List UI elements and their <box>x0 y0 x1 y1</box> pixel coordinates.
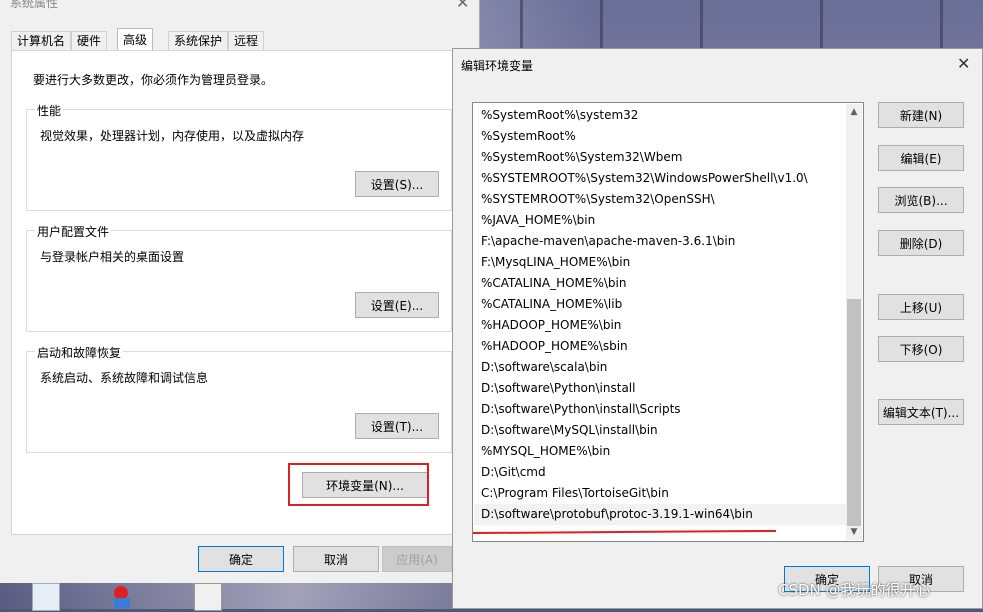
env-path-entry[interactable]: %MYSQL_HOME%\bin <box>474 441 846 462</box>
tab-computer-name[interactable]: 计算机名 <box>11 31 72 50</box>
apply-button[interactable]: 应用(A) <box>382 546 452 572</box>
close-icon[interactable]: ✕ <box>456 0 469 12</box>
edit-environment-variable-dialog: 编辑环境变量 ✕ D:\software\protobuf\protoc-3.1… <box>452 48 983 609</box>
group-description: 与登录帐户相关的桌面设置 <box>40 250 185 264</box>
env-path-entry[interactable]: %HADOOP_HOME%\bin <box>474 315 846 336</box>
env-path-entry[interactable]: D:\software\scala\bin <box>474 357 846 378</box>
tab-system-protection[interactable]: 系统保护 <box>168 31 229 50</box>
user-profiles-settings-button[interactable]: 设置(E)... <box>355 292 439 318</box>
move-down-button[interactable]: 下移(O) <box>878 336 964 362</box>
env-path-entry[interactable]: %CATALINA_HOME%\bin <box>474 273 846 294</box>
system-properties-dialog: 系统属性 ✕ 计算机名 硬件 高级 系统保护 远程 要进行大多数更改，你必须作为… <box>0 0 480 583</box>
delete-button[interactable]: 删除(D) <box>878 230 964 256</box>
document-app-icon[interactable] <box>32 583 60 611</box>
user-profiles-group: 用户配置文件 与登录帐户相关的桌面设置 设置(E)... <box>26 223 452 332</box>
group-title: 用户配置文件 <box>35 223 112 240</box>
env-path-entry[interactable]: %CATALINA_HOME%\lib <box>474 294 846 315</box>
scroll-thumb[interactable] <box>847 299 861 526</box>
env-path-entry[interactable]: %SystemRoot% <box>474 126 846 147</box>
dialog-title: 编辑环境变量 <box>461 59 534 73</box>
edit-button[interactable]: 编辑(E) <box>878 145 964 171</box>
env-path-entry[interactable]: %SystemRoot%\system32 <box>474 105 846 126</box>
csdn-watermark: CSDN @我玩的很开心 <box>778 581 931 599</box>
advanced-tab-panel: 要进行大多数更改，你必须作为管理员登录。 性能 视觉效果，处理器计划，内存使用，… <box>11 50 468 535</box>
new-button[interactable]: 新建(N) <box>878 102 964 128</box>
env-path-entry[interactable]: D:\software\protobuf\protoc-3.19.1-win64… <box>474 504 846 525</box>
notepad-app-icon[interactable] <box>194 583 222 611</box>
env-path-entry[interactable]: D:\Git\cmd <box>474 462 846 483</box>
tab-advanced[interactable]: 高级 <box>117 28 154 51</box>
ok-button[interactable]: 确定 <box>198 546 284 572</box>
environment-path-list[interactable]: D:\software\protobuf\protoc-3.19.1-win64… <box>472 102 864 542</box>
group-title: 性能 <box>35 102 64 119</box>
admin-note: 要进行大多数更改，你必须作为管理员登录。 <box>33 73 274 87</box>
tab-remote[interactable]: 远程 <box>228 31 265 50</box>
env-path-entry[interactable]: %JAVA_HOME%\bin <box>474 210 846 231</box>
scroll-up-icon[interactable]: ▲ <box>846 104 862 120</box>
edit-text-button[interactable]: 编辑文本(T)... <box>878 399 964 425</box>
startup-recovery-group: 启动和故障恢复 系统启动、系统故障和调试信息 设置(T)... <box>26 344 452 453</box>
env-path-entry[interactable]: C:\Program Files\TortoiseGit\bin <box>474 483 846 504</box>
taskbar-icons <box>30 583 230 611</box>
vertical-scrollbar[interactable]: ▲ ▼ <box>846 104 862 540</box>
tab-hardware[interactable]: 硬件 <box>71 31 108 50</box>
env-path-entry[interactable]: D:\software\MySQL\install\bin <box>474 420 846 441</box>
group-title: 启动和故障恢复 <box>35 344 124 361</box>
env-path-entry[interactable]: D:\software\Python\install\Scripts <box>474 399 846 420</box>
browse-button[interactable]: 浏览(B)... <box>878 187 964 213</box>
env-path-entry[interactable]: F:\apache-maven\apache-maven-3.6.1\bin <box>474 231 846 252</box>
env-path-entry[interactable]: %HADOOP_HOME%\sbin <box>474 336 846 357</box>
group-description: 视觉效果，处理器计划，内存使用，以及虚拟内存 <box>40 129 305 143</box>
env-path-entry[interactable]: %SYSTEMROOT%\System32\OpenSSH\ <box>474 189 846 210</box>
dialog-title: 系统属性 <box>10 0 59 10</box>
env-path-entry[interactable]: %SYSTEMROOT%\System32\WindowsPowerShell\… <box>474 168 846 189</box>
performance-group: 性能 视觉效果，处理器计划，内存使用，以及虚拟内存 设置(S)... <box>26 102 452 211</box>
red-highlight-box <box>288 463 429 506</box>
cancel-button[interactable]: 取消 <box>293 546 379 572</box>
close-icon[interactable]: ✕ <box>957 54 970 73</box>
move-up-button[interactable]: 上移(U) <box>878 294 964 320</box>
startup-recovery-settings-button[interactable]: 设置(T)... <box>355 413 439 439</box>
env-path-entry[interactable]: D:\software\Python\install <box>474 378 846 399</box>
paint-app-icon[interactable] <box>108 583 134 609</box>
performance-settings-button[interactable]: 设置(S)... <box>355 171 439 197</box>
group-description: 系统启动、系统故障和调试信息 <box>40 371 209 385</box>
env-path-entry[interactable]: %SystemRoot%\System32\Wbem <box>474 147 846 168</box>
scroll-down-icon[interactable]: ▼ <box>846 524 862 540</box>
env-path-entry[interactable]: F:\MysqLINA_HOME%\bin <box>474 252 846 273</box>
